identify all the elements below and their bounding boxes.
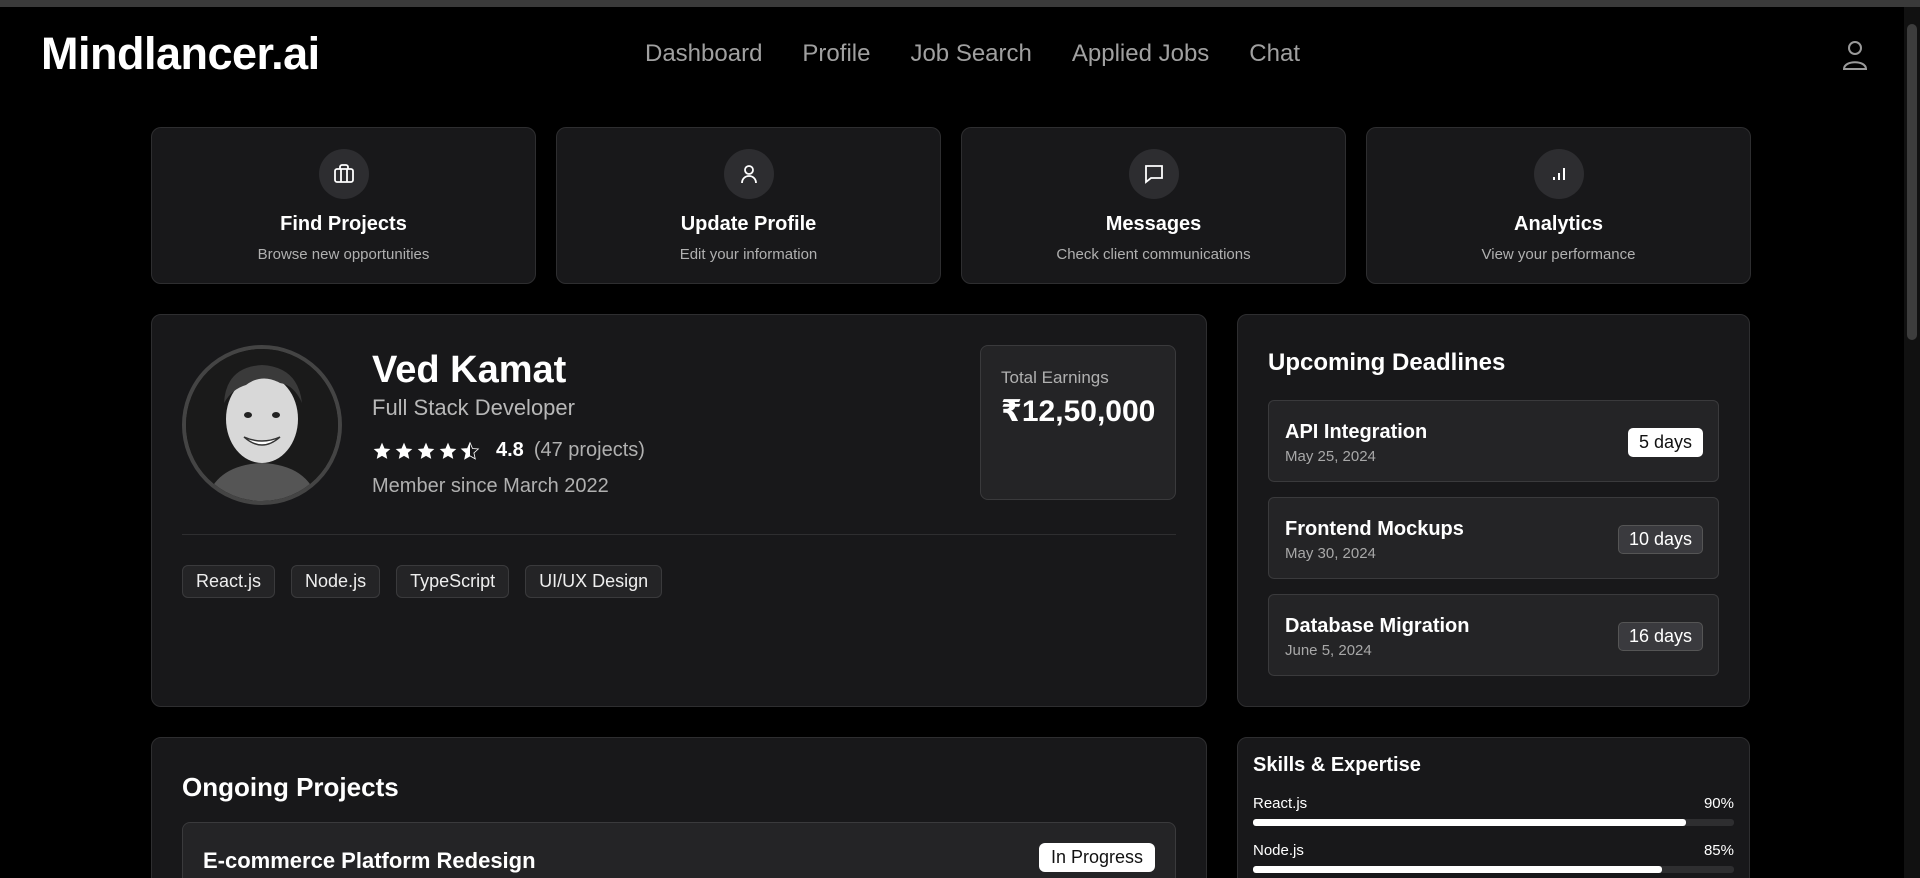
nav-chat[interactable]: Chat: [1249, 40, 1300, 68]
skill-name: Node.js: [1253, 842, 1304, 859]
deadline-item[interactable]: Database Migration June 5, 2024 16 days: [1268, 594, 1719, 676]
nav-dashboard[interactable]: Dashboard: [645, 40, 762, 68]
quick-action-analytics[interactable]: Analytics View your performance: [1366, 127, 1751, 284]
earnings-value: ₹12,50,000: [1001, 395, 1156, 428]
skills-expertise-card: Skills & Expertise React.js 90% Node.js …: [1237, 737, 1750, 878]
skill-progress-track: [1253, 819, 1734, 826]
star-icon: [417, 442, 435, 459]
days-remaining-badge: 16 days: [1617, 622, 1703, 651]
deadline-date: May 30, 2024: [1285, 545, 1376, 562]
quick-action-find-projects[interactable]: Find Projects Browse new opportunities: [151, 127, 536, 284]
quick-action-messages[interactable]: Messages Check client communications: [961, 127, 1346, 284]
star-icon: [373, 442, 391, 459]
skills-title: Skills & Expertise: [1253, 754, 1421, 776]
quick-action-title: Analytics: [1514, 213, 1603, 235]
skill-tag: React.js: [182, 565, 276, 598]
quick-action-title: Messages: [1105, 213, 1202, 235]
scrollbar-thumb[interactable]: [1907, 24, 1917, 340]
profile-name: Ved Kamat: [372, 349, 567, 391]
skill-tag: Node.js: [291, 565, 381, 598]
skill-tag: TypeScript: [396, 565, 510, 598]
skill-progress-fill: [1253, 819, 1686, 826]
member-since: Member since March 2022: [372, 475, 609, 497]
ongoing-projects-title: Ongoing Projects: [182, 772, 399, 802]
project-name: E-commerce Platform Redesign: [203, 848, 536, 873]
deadline-date: June 5, 2024: [1285, 642, 1372, 659]
half-star-icon: [460, 441, 480, 460]
account-icon[interactable]: [1842, 39, 1868, 71]
deadline-date: May 25, 2024: [1285, 448, 1376, 465]
message-icon: [1128, 149, 1179, 199]
nav-applied-jobs[interactable]: Applied Jobs: [1072, 40, 1209, 68]
rating-project-count: (47 projects): [533, 439, 645, 461]
brand-logo[interactable]: Mindlancer.ai: [41, 28, 320, 80]
deadline-item[interactable]: Frontend Mockups May 30, 2024 10 days: [1268, 497, 1719, 579]
profile-divider: [182, 534, 1176, 535]
briefcase-icon: [318, 149, 369, 199]
bar-chart-icon: [1533, 149, 1584, 199]
rating-value: 4.8: [496, 439, 524, 461]
upcoming-deadlines-card: Upcoming Deadlines API Integration May 2…: [1237, 314, 1750, 707]
quick-action-subtitle: Check client communications: [1056, 246, 1251, 263]
nav-profile[interactable]: Profile: [802, 40, 870, 68]
star-icon: [439, 442, 457, 459]
skill-percent: 85%: [1703, 842, 1734, 859]
avatar: [182, 345, 342, 505]
profile-role: Full Stack Developer: [372, 395, 575, 420]
quick-action-update-profile[interactable]: Update Profile Edit your information: [556, 127, 941, 284]
star-icon: [395, 442, 413, 459]
project-status-badge: In Progress: [1038, 843, 1155, 872]
quick-action-title: Update Profile: [680, 213, 817, 235]
top-navbar: Mindlancer.ai Dashboard Profile Job Sear…: [0, 7, 1904, 102]
skill-percent: 90%: [1703, 795, 1734, 812]
days-remaining-badge: 5 days: [1627, 428, 1703, 457]
quick-action-subtitle: Browse new opportunities: [257, 246, 430, 263]
user-icon: [723, 149, 774, 199]
rating-stars: [372, 441, 480, 461]
earnings-label: Total Earnings: [1001, 368, 1109, 387]
profile-card: Ved Kamat Full Stack Developer 4.8 (47 p…: [151, 314, 1207, 707]
days-remaining-badge: 10 days: [1617, 525, 1703, 554]
skill-name: React.js: [1253, 795, 1308, 812]
deadline-name: API Integration: [1285, 421, 1428, 443]
quick-action-subtitle: Edit your information: [679, 246, 818, 263]
deadlines-title: Upcoming Deadlines: [1268, 349, 1506, 376]
quick-action-subtitle: View your performance: [1481, 246, 1636, 263]
skill-progress-track: [1253, 866, 1734, 873]
total-earnings-box: Total Earnings ₹12,50,000: [980, 345, 1176, 500]
skill-tags: React.js Node.js TypeScript UI/UX Design: [182, 565, 663, 598]
deadline-name: Database Migration: [1285, 615, 1470, 637]
window-top-border: [0, 0, 1920, 7]
skill-progress-fill: [1253, 866, 1662, 873]
deadline-item[interactable]: API Integration May 25, 2024 5 days: [1268, 400, 1719, 482]
skill-tag: UI/UX Design: [525, 565, 663, 598]
project-item[interactable]: E-commerce Platform Redesign In Progress: [182, 822, 1176, 878]
quick-action-title: Find Projects: [280, 213, 407, 235]
deadline-name: Frontend Mockups: [1285, 518, 1464, 540]
ongoing-projects-card: Ongoing Projects E-commerce Platform Red…: [151, 737, 1207, 878]
profile-rating: 4.8 (47 projects): [372, 439, 645, 462]
main-nav: Dashboard Profile Job Search Applied Job…: [645, 40, 1340, 68]
nav-job-search[interactable]: Job Search: [910, 40, 1031, 68]
